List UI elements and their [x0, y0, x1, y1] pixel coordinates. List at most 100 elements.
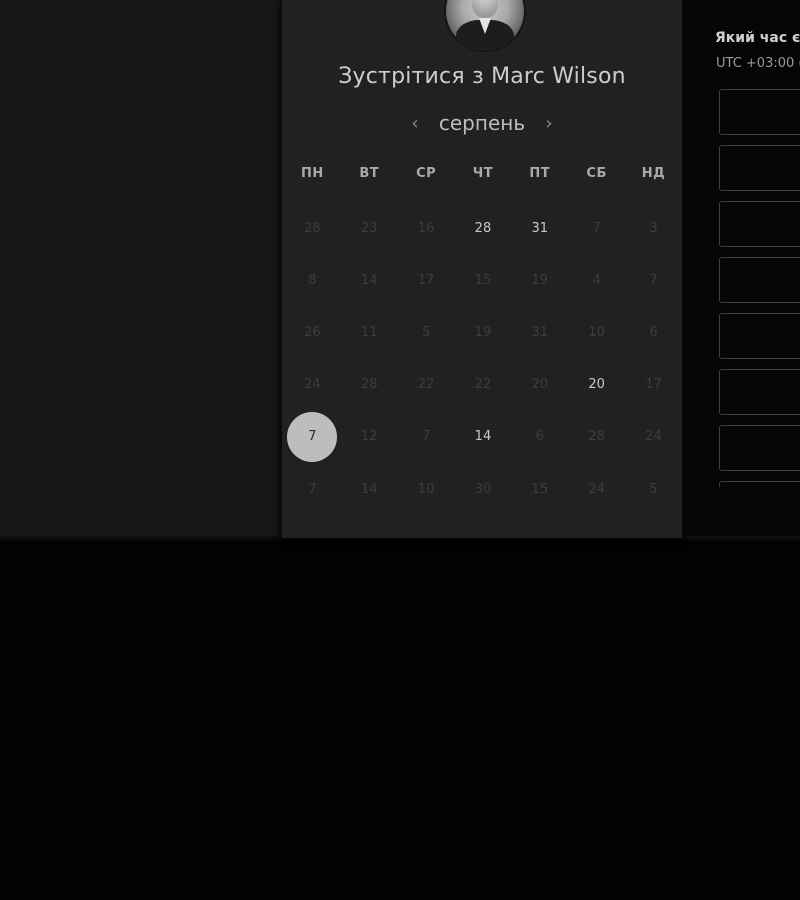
calendar-day-number: 5 [649, 481, 658, 497]
calendar-day-number: 6 [535, 429, 544, 445]
calendar-day-unavailable: 8 [284, 254, 341, 306]
time-question-heading: Який час є [715, 30, 800, 46]
time-slot-button[interactable] [719, 369, 800, 415]
weekday-tue: ВТ [359, 166, 380, 181]
calendar-day-unavailable: 10 [398, 463, 455, 515]
avatar [444, 0, 526, 52]
calendar-day-number: 20 [531, 377, 549, 393]
calendar-day-unavailable: 12 [341, 411, 398, 463]
weekday-sat: СБ [586, 166, 607, 181]
calendar-day-number: 10 [417, 481, 435, 497]
calendar-day-unavailable: 3 [625, 202, 682, 254]
calendar-day-unavailable: 23 [341, 202, 398, 254]
weekday-mon: ПН [301, 166, 324, 181]
calendar-day-unavailable: 7 [398, 411, 455, 463]
chevron-right-icon[interactable]: › [541, 113, 557, 134]
calendar-day-unavailable: 7 [625, 254, 682, 306]
weekday-fri: ПТ [529, 166, 551, 181]
calendar-day-number: 23 [360, 220, 378, 236]
calendar-day-unavailable: 11 [341, 306, 398, 358]
calendar-day-number: 15 [531, 481, 549, 497]
calendar-day-number: 28 [304, 220, 321, 236]
calendar-day-number: 14 [474, 429, 492, 445]
calendar-day-number: 4 [592, 272, 601, 288]
calendar-day-unavailable: 10 [568, 306, 625, 358]
month-navigation: ‹ серпень › [282, 108, 682, 138]
calendar-day-number: 5 [421, 324, 431, 340]
calendar-day-unavailable: 7 [568, 202, 625, 254]
calendar-day-number: 19 [474, 324, 492, 340]
calendar-day-unavailable: 19 [455, 306, 512, 358]
time-selection-panel: Який час є UTC +03:00 ( [682, 0, 800, 536]
calendar-day-number: 31 [531, 220, 549, 236]
calendar-day-unavailable: 24 [568, 463, 625, 515]
calendar-day-number: 28 [360, 377, 378, 393]
calendar-day-unavailable: 6 [625, 306, 682, 358]
calendar-day-available[interactable]: 20 [568, 359, 625, 411]
calendar-day-number: 30 [474, 481, 492, 497]
calendar-day-unavailable: 30 [455, 463, 512, 515]
calendar-day-unavailable: 17 [625, 359, 682, 411]
calendar-day-number: 16 [417, 220, 435, 236]
calendar-day-number: 31 [531, 324, 549, 340]
calendar-day-number: 24 [645, 429, 662, 445]
calendar-day-number: 28 [474, 220, 492, 236]
timezone-label: UTC +03:00 ( [716, 56, 800, 71]
meeting-title: Зустрітися з Marc Wilson [338, 64, 626, 89]
calendar-day-unavailable: 5 [398, 306, 455, 358]
calendar-day-number: 14 [360, 481, 378, 497]
calendar-day-available[interactable]: 31 [511, 202, 568, 254]
calendar-day-number: 17 [417, 272, 435, 288]
calendar-day-unavailable: 6 [511, 411, 568, 463]
calendar-day-unavailable: 15 [511, 463, 568, 515]
calendar-day-unavailable: 22 [398, 359, 455, 411]
calendar-day-number: 7 [287, 411, 338, 462]
calendar-day-number: 7 [592, 220, 601, 236]
chevron-left-icon[interactable]: ‹ [407, 113, 423, 134]
calendar-day-unavailable: 14 [341, 463, 398, 515]
calendar-days-grid: 28 23 16 28 31 7 3 8 14 17 15 19 4 7 26 11 5 19 31 10 6 24 28 2… [284, 202, 682, 515]
calendar-day-number: 10 [588, 324, 605, 340]
calendar-day-number: 22 [474, 377, 492, 393]
weekday-thu: ЧТ [472, 166, 494, 181]
calendar-day-number: 14 [360, 272, 378, 288]
booking-card: Зустрітися з Marc Wilson ‹ серпень › ПН … [282, 0, 682, 538]
calendar-day-number: 12 [360, 429, 378, 445]
time-slot-button[interactable] [719, 313, 800, 359]
weekday-sun: НД [641, 166, 666, 181]
calendar-day-number: 20 [588, 377, 605, 393]
calendar-day-available[interactable]: 14 [455, 411, 512, 463]
time-slot-button[interactable] [719, 201, 800, 247]
calendar-day-number: 24 [588, 481, 605, 497]
time-slot-list[interactable] [719, 89, 800, 487]
calendar-day-number: 3 [649, 220, 658, 236]
page: Зустрітися з Marc Wilson ‹ серпень › ПН … [0, 0, 800, 900]
calendar-day-number: 28 [588, 429, 605, 445]
calendar-day-number: 11 [360, 324, 378, 340]
calendar-day-unavailable: 16 [398, 202, 455, 254]
calendar-day-number: 19 [531, 272, 549, 288]
calendar-day-unavailable: 7 [284, 463, 341, 515]
calendar-day-number: 17 [645, 377, 662, 393]
time-slot-button[interactable] [719, 257, 800, 303]
calendar-day-unavailable: 15 [455, 254, 512, 306]
month-label: серпень [438, 111, 526, 135]
time-slot-button[interactable] [719, 145, 800, 191]
time-slot-button[interactable] [719, 89, 800, 135]
calendar-day-number: 6 [649, 324, 658, 340]
calendar-day-unavailable: 24 [625, 411, 682, 463]
time-slot-button[interactable] [719, 425, 800, 471]
calendar-day-unavailable: 28 [284, 202, 341, 254]
calendar-day-unavailable: 5 [625, 463, 682, 515]
calendar-day-unavailable: 28 [568, 411, 625, 463]
calendar-day-unavailable: 28 [341, 359, 398, 411]
weekday-wed: СР [416, 166, 437, 181]
calendar-day-unavailable: 26 [284, 306, 341, 358]
calendar-day-number: 8 [308, 272, 317, 288]
calendar-day-unavailable: 19 [511, 254, 568, 306]
calendar-day-available[interactable]: 28 [455, 202, 512, 254]
calendar-day-number: 7 [649, 272, 658, 288]
avatar-face [472, 0, 498, 18]
time-slot-button[interactable] [719, 481, 800, 487]
calendar-day-selected[interactable]: 7 [284, 411, 341, 463]
